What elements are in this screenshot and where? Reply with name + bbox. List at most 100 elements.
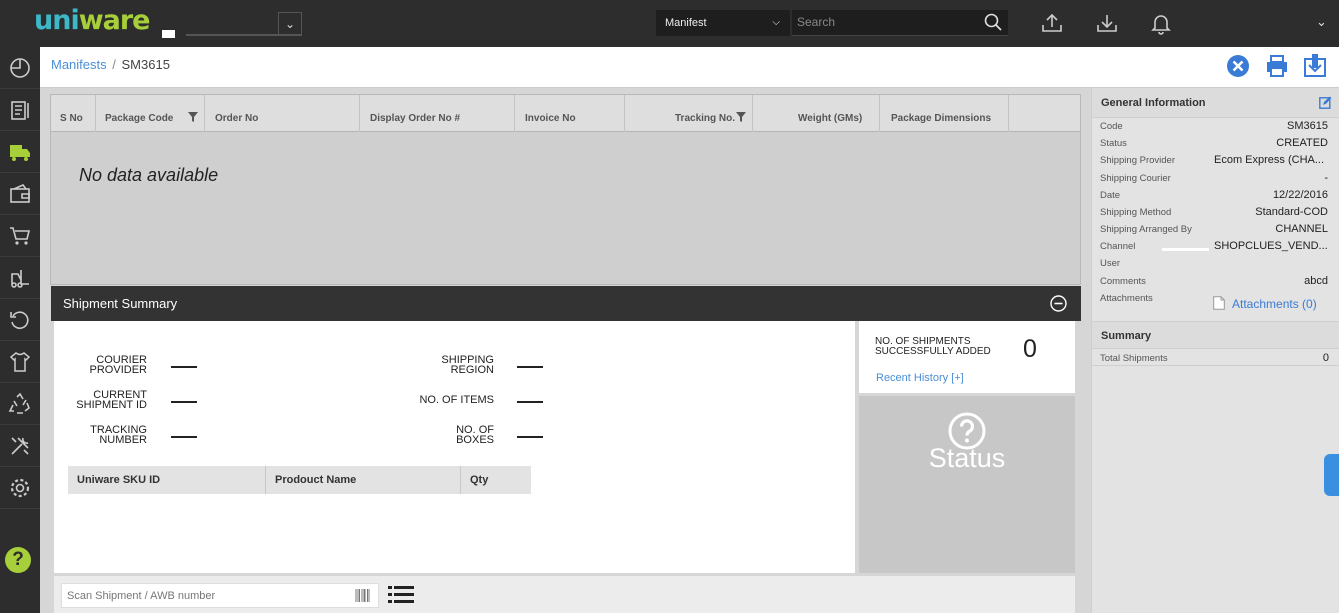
scan-area [54,576,1075,613]
shipments-count-label: NO. OF SHIPMENTS SUCCESSFULLY ADDED [875,336,991,357]
no-of-items-value [517,401,543,403]
scan-shipment-input[interactable] [62,584,342,607]
page-header: Manifests / SM3615 [40,47,1339,88]
summary-header: Summary [1092,321,1339,349]
logo-text: uniware [34,5,150,36]
column-header-s-no[interactable]: S No [51,95,96,132]
facility-select[interactable]: ⌄ [186,12,302,36]
search-box [792,10,1008,36]
barcode-icon [355,589,370,602]
breadcrumb-link-manifests[interactable]: Manifests [51,57,107,72]
tracking-number-label: TRACKING NUMBER [90,424,147,446]
chevron-down-icon: ⌵ [772,17,780,28]
scan-box [61,583,379,608]
forklift-icon [11,269,29,288]
sidebar-item-settings[interactable] [0,467,40,509]
packages-table: S No Package Code Order No Display Order… [50,94,1081,285]
general-information-header: General Information [1092,88,1339,118]
current-shipment-id-value [171,401,197,403]
sidebar-item-shipping[interactable] [0,131,40,173]
payments-icon [10,183,30,203]
sidebar-item-payments[interactable] [0,173,40,215]
shipping-region-label: SHIPPING REGION [441,354,494,376]
sidebar-item-returns[interactable] [0,299,40,341]
user-value-line [1162,248,1209,251]
recycle-icon [8,392,30,414]
search-type-select[interactable]: Manifest ⌵ [656,10,790,36]
sidebar: ? [0,47,40,613]
column-header-tracking-no[interactable]: Tracking No. [625,95,753,132]
sidebar-item-warehouse[interactable] [0,257,40,299]
summary-title: Summary [1101,330,1152,342]
column-header-invoice-no[interactable]: Invoice No [515,95,625,132]
info-row-shipping-arranged-by: Shipping Arranged By CHANNEL [1100,223,1328,235]
current-shipment-id-label: CURRENT SHIPMENT ID [76,389,147,411]
breadcrumb-separator: / [112,57,116,72]
column-header-order-no[interactable]: Order No [205,95,360,132]
column-header-weight[interactable]: Weight (GMs) [753,95,880,132]
dashboard-icon [10,57,30,78]
column-header-product-name[interactable]: Prodouct Name [266,466,461,494]
courier-provider-value [171,366,197,368]
shipment-summary-bar: Shipment Summary [51,286,1081,321]
feedback-tab[interactable] [1324,454,1339,496]
no-data-message: No data available [79,165,219,185]
sidebar-item-products[interactable] [0,341,40,383]
search-type-value: Manifest [665,17,707,29]
filter-icon[interactable] [188,112,198,122]
orders-icon [11,100,29,120]
column-header-package-code[interactable]: Package Code [96,95,205,132]
column-header-package-dimensions[interactable]: Package Dimensions [880,95,1009,132]
document-icon [1213,296,1225,310]
no-of-boxes-label: NO. OF BOXES [456,424,494,446]
bell-icon[interactable] [1149,11,1173,35]
sidebar-item-cart[interactable] [0,215,40,257]
shipments-count-box: NO. OF SHIPMENTS SUCCESSFULLY ADDED 0 Re… [859,321,1075,393]
general-information-panel: General Information Code SM3615 Status C… [1091,88,1339,613]
sidebar-item-tools[interactable] [0,425,40,467]
column-header-display-order-no[interactable]: Display Order No # [360,95,515,132]
search-icon[interactable] [984,13,1002,31]
shipping-icon [10,144,30,161]
sidebar-item-orders[interactable] [0,89,40,131]
general-information-title: General Information [1101,97,1206,109]
close-manifest-icon[interactable] [1225,53,1251,79]
no-of-items-label: NO. OF ITEMS [419,394,494,406]
export-icon[interactable] [1302,53,1328,79]
chevron-down-icon[interactable]: ⌄ [1316,14,1327,30]
sidebar-item-dashboard[interactable] [0,47,40,89]
cart-icon [10,226,31,245]
products-icon [9,351,31,372]
status-label: Status [928,443,1006,473]
shipment-summary-title: Shipment Summary [63,296,178,311]
collapse-icon[interactable] [1050,295,1067,312]
upload-icon[interactable] [1040,11,1064,35]
info-row-channel: Channel SHOPCLUES_VEND... [1100,240,1328,252]
sku-table-header: Uniware SKU ID Prodouct Name Qty [68,466,531,494]
filter-icon[interactable] [736,112,746,122]
info-row-status: Status CREATED [1100,137,1328,149]
sidebar-item-recycle[interactable] [0,383,40,425]
settings-icon [10,478,30,497]
recent-history-link[interactable]: Recent History [+] [876,372,964,384]
returns-icon [10,310,29,329]
status-box: Status [859,396,1075,573]
download-icon[interactable] [1095,11,1119,35]
logo-square [162,30,175,38]
packages-table-header: S No Package Code Order No Display Order… [51,95,1080,132]
breadcrumb-current: SM3615 [121,57,170,72]
list-icon[interactable] [388,584,414,606]
search-input[interactable] [792,10,972,34]
column-header-qty[interactable]: Qty [461,466,531,494]
breadcrumb: Manifests / SM3615 [51,57,170,72]
uniware-logo[interactable]: uniware [34,5,176,39]
tracking-number-value [171,436,197,438]
help-icon[interactable]: ? [5,547,31,573]
info-row-date: Date 12/22/2016 [1100,189,1328,201]
courier-provider-label: COURIER PROVIDER [89,354,147,376]
column-header-uniware-sku-id[interactable]: Uniware SKU ID [68,466,266,494]
edit-icon[interactable] [1319,96,1332,109]
info-row-user: User [1100,258,1121,269]
print-icon[interactable] [1264,53,1290,79]
info-row-shipping-provider: Shipping Provider Ecom Express (CHA... [1100,154,1325,166]
